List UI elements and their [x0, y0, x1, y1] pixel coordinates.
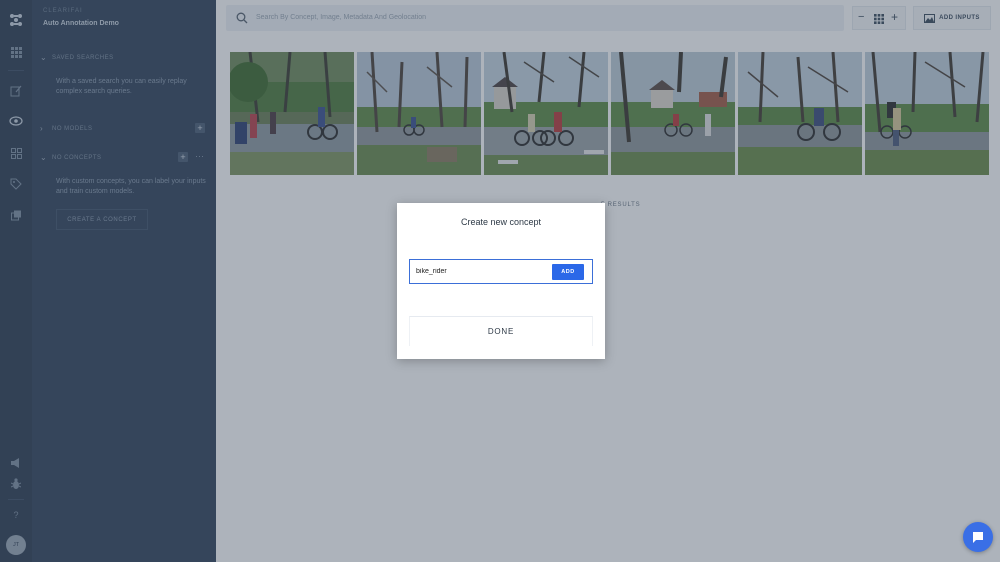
- create-concept-dialog: Create new concept ADD DONE: [397, 203, 605, 359]
- done-button[interactable]: DONE: [409, 316, 593, 346]
- chat-button[interactable]: [963, 522, 993, 552]
- concept-name-input[interactable]: [416, 265, 546, 278]
- add-concept-button[interactable]: ADD: [552, 264, 584, 280]
- chat-icon: [973, 532, 983, 543]
- dialog-title: Create new concept: [460, 217, 542, 227]
- concept-name-field[interactable]: ADD: [409, 259, 593, 284]
